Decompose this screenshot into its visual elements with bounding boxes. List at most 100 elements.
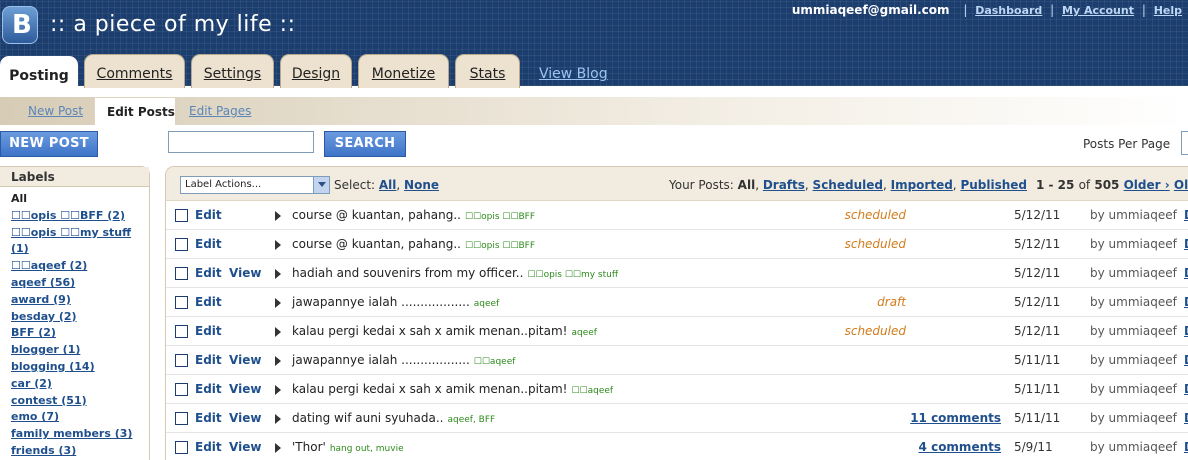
row-checkbox[interactable] — [175, 325, 188, 338]
filter-drafts[interactable]: Drafts — [763, 178, 805, 192]
user-email: ummiaqeef@gmail.com — [791, 3, 950, 17]
tab-monetize[interactable]: Monetize — [358, 54, 449, 88]
edit-post-link[interactable]: Edit — [195, 382, 222, 396]
label-actions-select[interactable]: Label Actions... — [180, 176, 330, 194]
comments-link[interactable]: 4 comments — [801, 440, 1001, 454]
expand-arrow-icon[interactable] — [275, 211, 281, 221]
tab-settings[interactable]: Settings — [191, 54, 274, 88]
delete-link[interactable]: D — [1184, 411, 1188, 425]
view-post-link[interactable]: View — [229, 382, 261, 396]
label-item[interactable]: ☐☐aqeef (2) — [11, 258, 149, 275]
tab-posting[interactable]: Posting — [0, 56, 78, 93]
delete-link[interactable]: D — [1184, 266, 1188, 280]
label-item[interactable]: blogger (1) — [11, 342, 149, 359]
posts-per-page-select[interactable] — [1181, 131, 1188, 155]
my-account-link[interactable]: My Account — [1062, 4, 1134, 17]
row-checkbox[interactable] — [175, 238, 188, 251]
post-labels: ☐☐opis ☐☐BFF — [464, 212, 536, 222]
expand-arrow-icon[interactable] — [275, 356, 281, 366]
label-item[interactable]: All — [11, 191, 149, 208]
edit-post-link[interactable]: Edit — [195, 295, 222, 309]
row-checkbox[interactable] — [175, 412, 188, 425]
row-checkbox[interactable] — [175, 354, 188, 367]
post-title[interactable]: course @ kuantan, pahang.. ☐☐opis ☐☐BFF — [292, 208, 535, 222]
older-link[interactable]: Older › — [1124, 178, 1170, 192]
label-item[interactable]: emo (7) — [11, 409, 149, 426]
chevron-down-icon[interactable] — [313, 177, 329, 193]
comments-link[interactable]: 11 comments — [801, 411, 1001, 425]
label-item[interactable]: aqeef (56) — [11, 275, 149, 292]
row-checkbox[interactable] — [175, 441, 188, 454]
view-post-link[interactable]: View — [229, 440, 261, 454]
label-item[interactable]: family members (3) — [11, 426, 149, 443]
search-button[interactable]: SEARCH — [324, 131, 406, 157]
tab-stats[interactable]: Stats — [455, 54, 520, 88]
expand-arrow-icon[interactable] — [275, 269, 281, 279]
oldest-link[interactable]: Oldest — [1174, 178, 1188, 192]
view-blog-link[interactable]: View Blog — [539, 66, 608, 82]
delete-link[interactable]: D — [1184, 295, 1188, 309]
post-author: by ummiaqeef — [1090, 266, 1177, 280]
help-link[interactable]: Help — [1154, 4, 1182, 17]
filter-scheduled[interactable]: Scheduled — [813, 178, 883, 192]
select-all-link[interactable]: All — [379, 178, 397, 192]
edit-pages-subtab[interactable]: Edit Pages — [189, 97, 251, 125]
expand-arrow-icon[interactable] — [275, 385, 281, 395]
row-checkbox[interactable] — [175, 209, 188, 222]
tab-design[interactable]: Design — [280, 54, 352, 88]
edit-post-link[interactable]: Edit — [195, 440, 222, 454]
expand-arrow-icon[interactable] — [275, 414, 281, 424]
label-item[interactable]: car (2) — [11, 376, 149, 393]
post-title[interactable]: jawapannye ialah .................. aqeef — [292, 295, 499, 309]
expand-arrow-icon[interactable] — [275, 298, 281, 308]
label-item[interactable]: BFF (2) — [11, 325, 149, 342]
tab-comments[interactable]: Comments — [84, 54, 185, 88]
post-title[interactable]: hadiah and souvenirs from my officer.. ☐☐… — [292, 266, 618, 280]
label-item[interactable]: contest (51) — [11, 393, 149, 410]
label-item[interactable]: ☐☐opis ☐☐my stuff (1) — [11, 225, 149, 259]
select-none-link[interactable]: None — [404, 178, 439, 192]
view-post-link[interactable]: View — [229, 411, 261, 425]
delete-link[interactable]: D — [1184, 440, 1188, 454]
new-post-subtab[interactable]: New Post — [28, 97, 83, 125]
post-title[interactable]: 'Thor' hang out, muvie — [292, 440, 404, 454]
delete-link[interactable]: D — [1184, 353, 1188, 367]
post-title[interactable]: dating wif auni syuhada.. aqeef, BFF — [292, 411, 495, 425]
view-post-link[interactable]: View — [229, 266, 261, 280]
delete-link[interactable]: D — [1184, 208, 1188, 222]
row-checkbox[interactable] — [175, 296, 188, 309]
post-labels: ☐☐opis ☐☐my stuff — [527, 270, 619, 280]
edit-post-link[interactable]: Edit — [195, 353, 222, 367]
row-checkbox[interactable] — [175, 267, 188, 280]
post-title[interactable]: kalau pergi kedai x sah x amik menan..pi… — [292, 382, 613, 396]
delete-link[interactable]: D — [1184, 382, 1188, 396]
edit-post-link[interactable]: Edit — [195, 208, 222, 222]
blogger-logo-icon[interactable]: B — [2, 6, 38, 44]
row-checkbox[interactable] — [175, 383, 188, 396]
new-post-button[interactable]: NEW POST — [0, 131, 98, 157]
delete-link[interactable]: D — [1184, 324, 1188, 338]
view-post-link[interactable]: View — [229, 353, 261, 367]
expand-arrow-icon[interactable] — [275, 443, 281, 453]
edit-post-link[interactable]: Edit — [195, 266, 222, 280]
edit-post-link[interactable]: Edit — [195, 324, 222, 338]
filter-imported[interactable]: Imported — [891, 178, 953, 192]
dashboard-link[interactable]: Dashboard — [975, 4, 1042, 17]
filter-published[interactable]: Published — [960, 178, 1027, 192]
edit-post-link[interactable]: Edit — [195, 411, 222, 425]
post-title[interactable]: kalau pergi kedai x sah x amik menan..pi… — [292, 324, 597, 338]
post-title[interactable]: course @ kuantan, pahang.. ☐☐opis ☐☐BFF — [292, 237, 535, 251]
label-item[interactable]: blogging (14) — [11, 359, 149, 376]
posts-header: Label Actions... Select: All, None Your … — [166, 167, 1188, 201]
edit-posts-subtab[interactable]: Edit Posts — [94, 97, 176, 125]
label-item[interactable]: friends (3) — [11, 443, 149, 460]
label-item[interactable]: award (9) — [11, 292, 149, 309]
edit-post-link[interactable]: Edit — [195, 237, 222, 251]
label-item[interactable]: besday (2) — [11, 309, 149, 326]
search-input[interactable] — [168, 131, 314, 153]
post-title[interactable]: jawapannye ialah .................. ☐☐aqe… — [292, 353, 515, 367]
label-item[interactable]: ☐☐opis ☐☐BFF (2) — [11, 208, 149, 225]
delete-link[interactable]: D — [1184, 237, 1188, 251]
expand-arrow-icon[interactable] — [275, 327, 281, 337]
expand-arrow-icon[interactable] — [275, 240, 281, 250]
